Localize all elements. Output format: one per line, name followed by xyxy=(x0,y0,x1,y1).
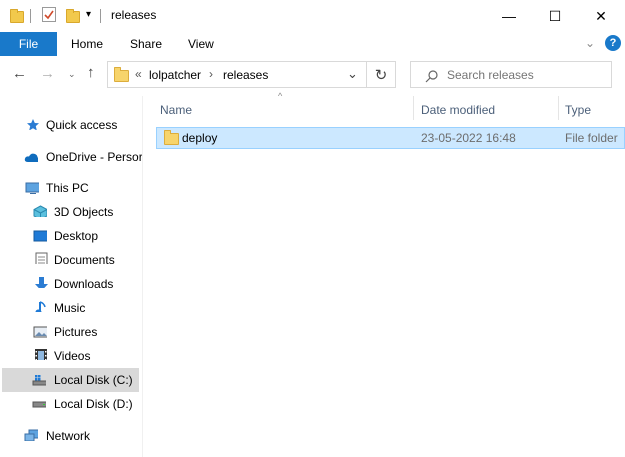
file-type: File folder xyxy=(565,131,618,145)
help-icon[interactable]: ? xyxy=(605,35,621,51)
customize-qat-icon[interactable]: ▾ xyxy=(86,9,91,20)
tab-home[interactable]: Home xyxy=(71,32,103,56)
navigation-pane: Quick access OneDrive - Persor This PC 3… xyxy=(0,96,143,457)
column-header-type[interactable]: Type xyxy=(565,100,591,120)
drive-windows-icon xyxy=(32,375,46,386)
nav-label: Desktop xyxy=(54,229,99,243)
forward-button[interactable]: → xyxy=(40,65,55,82)
network-icon xyxy=(24,429,38,441)
nav-onedrive[interactable]: OneDrive - Persor xyxy=(0,145,143,169)
pane-divider[interactable] xyxy=(142,96,143,457)
nav-label: Quick access xyxy=(46,118,118,132)
picture-icon xyxy=(33,326,47,338)
tab-share[interactable]: Share xyxy=(130,32,162,56)
column-header-date[interactable]: Date modified xyxy=(421,100,495,120)
new-folder-icon[interactable] xyxy=(66,9,80,23)
tab-file[interactable]: File xyxy=(0,32,57,56)
ribbon: File Home Share View ⌄ ? xyxy=(0,32,625,56)
title-bar: ▾ releases — ☐ ✕ xyxy=(0,0,625,32)
nav-label: Downloads xyxy=(54,277,114,291)
cube-icon xyxy=(33,205,47,217)
nav-label: OneDrive - Persor xyxy=(46,150,143,164)
nav-network[interactable]: Network xyxy=(0,424,142,448)
nav-music[interactable]: Music xyxy=(0,296,142,320)
file-name: deploy xyxy=(182,131,218,145)
column-separator[interactable] xyxy=(413,96,414,120)
breadcrumb-overflow[interactable]: « xyxy=(135,67,142,81)
nav-pictures[interactable]: Pictures xyxy=(0,320,142,344)
nav-desktop[interactable]: Desktop xyxy=(0,224,142,248)
folder-icon xyxy=(114,67,129,82)
nav-this-pc[interactable]: This PC xyxy=(0,176,142,200)
refresh-button[interactable]: ↻ xyxy=(367,61,396,88)
folder-icon xyxy=(10,9,24,23)
file-row[interactable]: deploy 23-05-2022 16:48 File folder xyxy=(156,127,625,149)
minimize-button[interactable]: — xyxy=(486,0,532,32)
chevron-down-icon[interactable]: ⌄ xyxy=(347,66,358,82)
computer-icon xyxy=(25,182,39,194)
breadcrumb-separator[interactable]: › xyxy=(209,67,213,81)
nav-videos[interactable]: Videos xyxy=(0,344,142,368)
separator xyxy=(30,9,31,23)
file-date: 23-05-2022 16:48 xyxy=(421,131,516,145)
back-button[interactable]: ← xyxy=(12,65,27,82)
nav-label: Music xyxy=(54,301,86,315)
nav-downloads[interactable]: Downloads xyxy=(0,272,142,296)
nav-label: This PC xyxy=(46,181,89,195)
nav-label: Local Disk (D:) xyxy=(54,397,133,411)
nav-3d-objects[interactable]: 3D Objects xyxy=(0,200,142,224)
star-icon xyxy=(27,119,39,130)
music-note-icon xyxy=(35,301,46,312)
nav-label: 3D Objects xyxy=(54,205,114,219)
recent-locations-icon[interactable]: ⌄ xyxy=(68,69,76,80)
breadcrumb-releases[interactable]: releases xyxy=(223,68,268,82)
nav-local-disk-c[interactable]: Local Disk (C:) xyxy=(2,368,139,392)
address-bar[interactable]: « lolpatcher › releases ⌄ xyxy=(107,61,367,88)
search-input[interactable] xyxy=(447,66,597,83)
up-button[interactable]: ↑ xyxy=(87,64,95,81)
column-separator[interactable] xyxy=(558,96,559,120)
nav-quick-access[interactable]: Quick access xyxy=(0,113,142,137)
desktop-icon xyxy=(33,230,47,242)
nav-label: Documents xyxy=(54,253,115,267)
search-icon xyxy=(425,70,438,83)
column-header-name[interactable]: Name xyxy=(160,100,192,120)
search-box[interactable] xyxy=(410,61,612,88)
nav-documents[interactable]: Documents xyxy=(0,248,142,272)
nav-label: Pictures xyxy=(54,325,98,339)
drive-icon xyxy=(32,401,46,408)
sort-ascending-icon: ^ xyxy=(278,91,283,101)
maximize-button[interactable]: ☐ xyxy=(532,0,578,32)
cloud-icon xyxy=(24,153,38,162)
nav-local-disk-d[interactable]: Local Disk (D:) xyxy=(0,392,142,416)
nav-label: Local Disk (C:) xyxy=(54,373,133,387)
expand-ribbon-icon[interactable]: ⌄ xyxy=(585,36,595,50)
nav-label: Videos xyxy=(54,349,91,363)
separator xyxy=(100,9,101,23)
film-icon xyxy=(35,349,47,360)
folder-icon xyxy=(164,130,179,145)
close-button[interactable]: ✕ xyxy=(578,0,624,32)
breadcrumb-lolpatcher[interactable]: lolpatcher xyxy=(149,68,201,82)
window-title: releases xyxy=(111,8,157,22)
download-arrow-icon xyxy=(35,277,48,288)
document-icon xyxy=(35,252,48,264)
properties-icon[interactable] xyxy=(42,7,56,22)
nav-label: Network xyxy=(46,429,91,443)
tab-view[interactable]: View xyxy=(188,32,214,56)
